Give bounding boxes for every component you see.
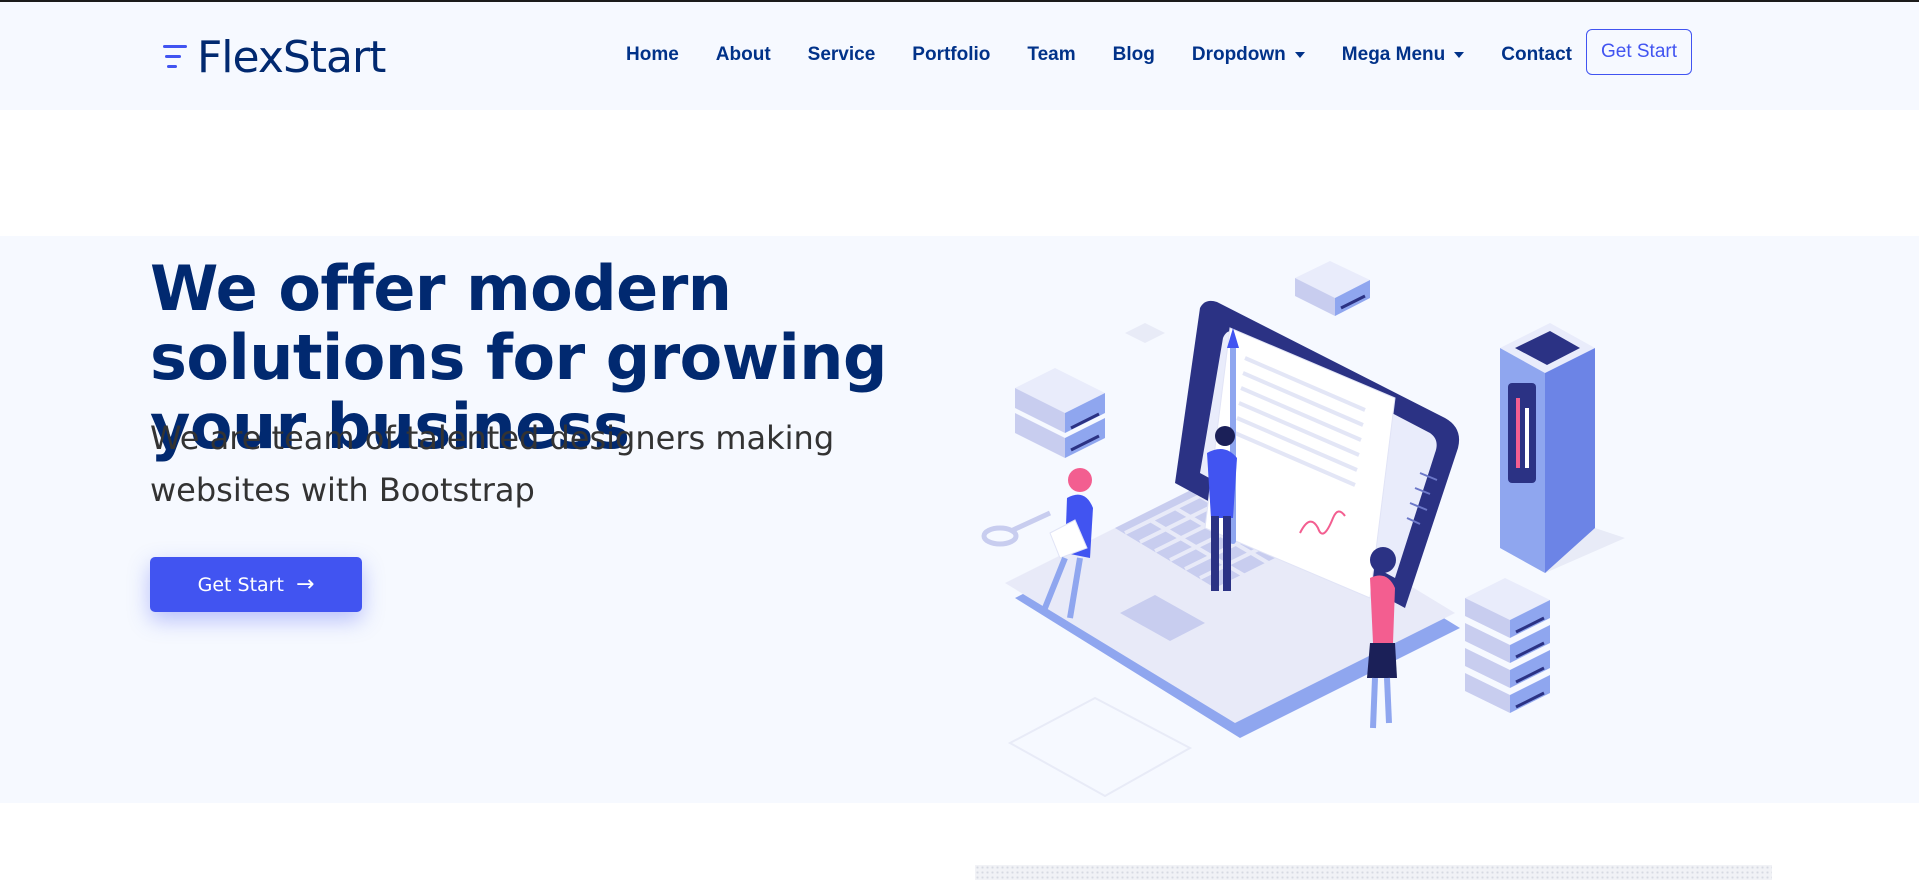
hero-button-label: Get Start [197, 573, 284, 596]
caret-down-icon [1294, 52, 1305, 58]
nav-item-service[interactable]: Service [808, 44, 876, 66]
header-get-start-button[interactable]: Get Start [1585, 29, 1693, 75]
nav-label: Service [807, 44, 876, 65]
nav-label: Team [1027, 44, 1076, 65]
nav-item-contact[interactable]: Contact [1501, 44, 1572, 66]
hero-subtitle: We are team of talented designers making… [150, 419, 835, 509]
caret-down-icon [1454, 52, 1465, 58]
logo[interactable]: FlexStart [163, 31, 386, 83]
hero-get-start-button[interactable]: Get Start → [150, 557, 362, 612]
site-header: FlexStart Home About Service Portfolio T… [0, 2, 1919, 110]
nav-label: Portfolio [912, 44, 991, 65]
hero-section: We offer modern solutions for growing yo… [0, 236, 1919, 803]
nav-item-mega-menu[interactable]: Mega Menu [1341, 44, 1465, 66]
nav-item-blog[interactable]: Blog [1113, 44, 1155, 66]
nav-label: Blog [1112, 44, 1155, 65]
nav-item-team[interactable]: Team [1027, 44, 1075, 66]
nav-label: Dropdown [1191, 44, 1286, 65]
arrow-right-icon: → [295, 571, 315, 597]
nav-label: Home [626, 44, 679, 65]
nav-item-portfolio[interactable]: Portfolio [912, 44, 990, 66]
nav-label: About [715, 44, 771, 65]
nav-label: Mega Menu [1341, 44, 1446, 65]
logo-mark-icon [163, 39, 191, 75]
nav-label: Contact [1501, 44, 1572, 65]
nav-item-about[interactable]: About [716, 44, 771, 66]
nav-item-dropdown[interactable]: Dropdown [1192, 44, 1305, 66]
hero-illustration [981, 261, 1625, 798]
nav-item-home[interactable]: Home [626, 44, 679, 66]
logo-text: FlexStart [197, 31, 386, 83]
next-section-image-edge [975, 865, 1772, 880]
main-nav: Home About Service Portfolio Team Blog D… [626, 29, 1693, 80]
